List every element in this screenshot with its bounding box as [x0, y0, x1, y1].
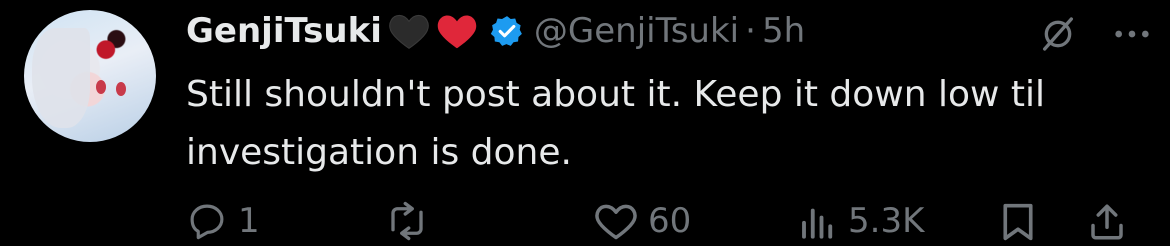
red-heart-icon — [436, 12, 478, 50]
grok-slash-icon[interactable] — [1038, 14, 1078, 58]
views-count: 5.3K — [848, 201, 925, 241]
repost-icon — [391, 201, 423, 241]
repost-button[interactable] — [384, 200, 440, 242]
share-button[interactable] — [1086, 200, 1128, 244]
user-handle[interactable]: @GenjiTsuki — [534, 11, 739, 51]
timestamp[interactable]: 5h — [762, 11, 805, 51]
separator-dot: · — [745, 11, 756, 51]
tweet-text: Still shouldn't post about it. Keep it d… — [186, 74, 1046, 173]
like-button[interactable]: 60 — [594, 200, 691, 242]
tweet-header: GenjiTsuki @GenjiTsuki · 5h — [186, 6, 805, 56]
more-options-icon[interactable] — [1112, 24, 1152, 48]
bookmark-icon — [1003, 203, 1033, 241]
tweet-actions: 1 60 5.3K — [186, 200, 1146, 244]
black-heart-icon — [388, 12, 430, 50]
display-name[interactable]: GenjiTsuki — [186, 11, 382, 51]
reply-icon — [190, 204, 224, 240]
heart-icon — [595, 204, 637, 240]
reply-count: 1 — [238, 201, 260, 241]
views-button[interactable]: 5.3K — [798, 200, 924, 242]
header-actions — [1038, 14, 1152, 58]
reply-button[interactable]: 1 — [186, 200, 260, 242]
avatar[interactable] — [24, 10, 156, 142]
share-icon — [1091, 204, 1123, 240]
verified-badge-icon[interactable] — [490, 14, 524, 48]
bookmark-button[interactable] — [998, 200, 1038, 244]
like-count: 60 — [648, 201, 692, 241]
views-chart-icon — [802, 208, 833, 239]
